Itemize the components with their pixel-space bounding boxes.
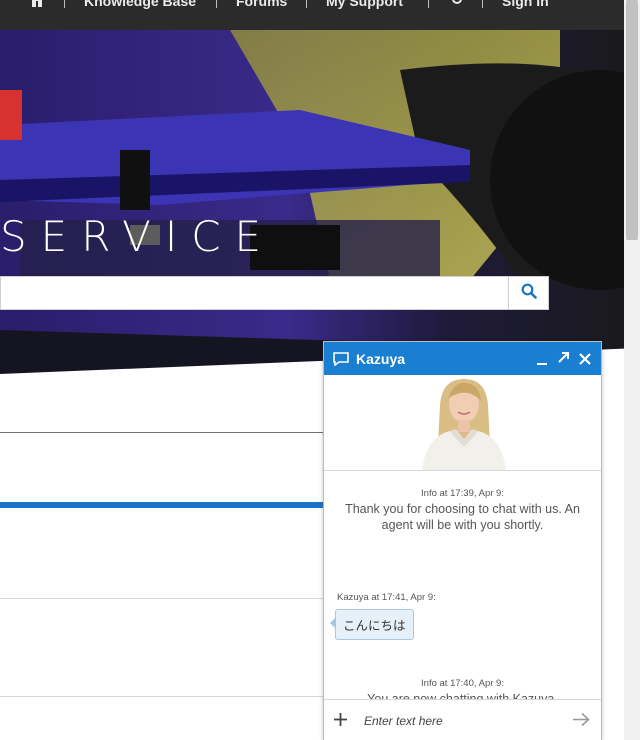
agent-avatar xyxy=(324,375,601,471)
section-divider xyxy=(0,598,324,599)
chat-composer xyxy=(324,699,601,740)
hero-title: SERVICE xyxy=(0,212,276,261)
search-icon xyxy=(521,283,537,304)
nav-divider xyxy=(482,0,483,8)
minimize-icon[interactable] xyxy=(536,352,548,370)
home-icon[interactable] xyxy=(30,0,44,10)
popout-icon[interactable] xyxy=(557,351,570,369)
send-arrow-icon[interactable] xyxy=(572,712,590,732)
section-divider xyxy=(0,432,324,433)
chat-widget: Kazuya Info at 17:39, Apr 9: Thank you f… xyxy=(323,341,602,740)
nav-item-forums[interactable]: Forums xyxy=(236,0,287,9)
section-divider xyxy=(0,696,324,697)
nav-item-my-support[interactable]: My Support xyxy=(326,0,403,9)
search-button[interactable] xyxy=(508,277,548,309)
search-bar xyxy=(0,276,549,310)
nav-divider xyxy=(216,0,217,8)
hero-banner: SERVICE xyxy=(0,30,640,374)
agent-message-text: こんにちは xyxy=(343,619,406,633)
scrollbar-thumb[interactable] xyxy=(626,0,638,240)
message-meta: Info at 17:40, Apr 9: xyxy=(421,678,504,689)
close-icon[interactable] xyxy=(579,352,591,370)
chat-agent-name: Kazuya xyxy=(356,351,406,367)
agent-message-meta: Kazuya at 17:41, Apr 9: xyxy=(337,592,436,603)
system-message: Info at 17:39, Apr 9: Thank you for choo… xyxy=(324,488,601,533)
chat-message-input[interactable] xyxy=(362,708,566,734)
nav-search-icon[interactable] xyxy=(452,0,464,9)
bubble-tail xyxy=(330,617,336,629)
chat-header: Kazuya xyxy=(324,342,601,375)
nav-item-knowledge-base[interactable]: Knowledge Base xyxy=(84,0,196,9)
nav-divider xyxy=(306,0,307,8)
top-nav-bar: Knowledge Base Forums My Support Sign In xyxy=(0,0,640,30)
search-input[interactable] xyxy=(1,277,525,309)
nav-divider xyxy=(64,0,65,8)
agent-message-bubble: こんにちは xyxy=(330,609,414,640)
attach-plus-icon[interactable] xyxy=(333,712,348,732)
nav-sign-in[interactable]: Sign In xyxy=(502,0,549,9)
tab-underline xyxy=(0,502,324,508)
hero-background-image xyxy=(0,30,640,374)
message-text: Thank you for choosing to chat with us. … xyxy=(345,502,580,532)
chat-bubble-icon xyxy=(333,352,349,371)
nav-divider xyxy=(428,0,429,8)
message-meta: Info at 17:39, Apr 9: xyxy=(421,488,504,499)
page-scrollbar[interactable] xyxy=(624,0,640,740)
